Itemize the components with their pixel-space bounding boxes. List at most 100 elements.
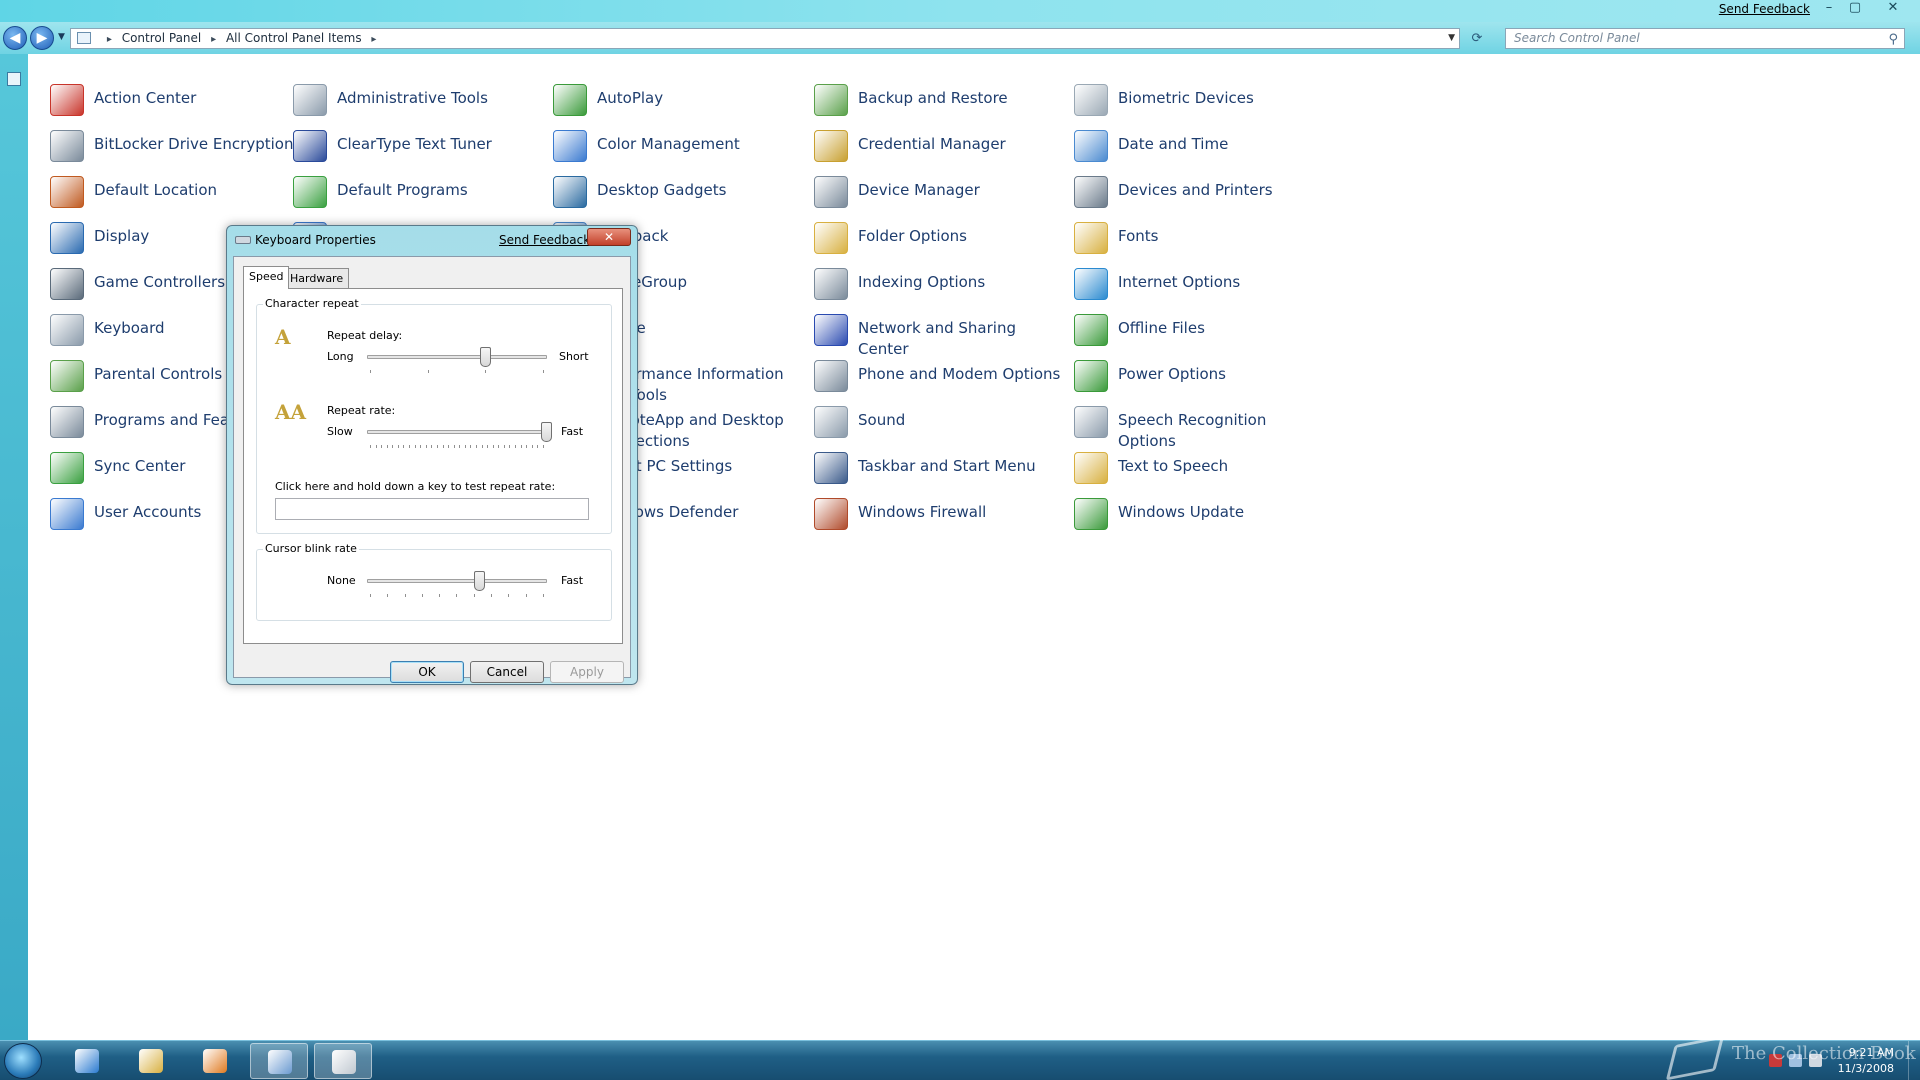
cp-item-label: Offline Files bbox=[1118, 319, 1205, 337]
cp-item-indexing-options[interactable]: Indexing Options bbox=[814, 268, 1064, 300]
cp-item-biometric-devices[interactable]: Biometric Devices bbox=[1074, 84, 1324, 116]
taskbar-icon bbox=[814, 452, 848, 484]
cp-item-offline-files[interactable]: Offline Files bbox=[1074, 314, 1324, 346]
cp-item-cleartype-text-tuner[interactable]: ClearType Text Tuner bbox=[293, 130, 543, 162]
cp-item-power-options[interactable]: Power Options bbox=[1074, 360, 1324, 392]
gadgets-icon bbox=[553, 176, 587, 208]
cp-item-speech-recognition-options[interactable]: Speech Recognition Options bbox=[1074, 406, 1324, 452]
side-panel-toggle-icon[interactable] bbox=[7, 72, 21, 86]
taskbar: 9:21 AM 11/3/2008 bbox=[0, 1040, 1920, 1080]
parental-icon bbox=[50, 360, 84, 392]
cp-item-network-and-sharing-center[interactable]: Network and Sharing Center bbox=[814, 314, 1064, 360]
cursor-blink-track[interactable] bbox=[367, 579, 547, 583]
cp-item-windows-firewall[interactable]: Windows Firewall bbox=[814, 498, 1064, 530]
taskbar-app-control-panel[interactable] bbox=[250, 1043, 308, 1079]
gamepad-icon bbox=[50, 268, 84, 300]
taskbar-app-media-player[interactable] bbox=[186, 1043, 244, 1079]
breadcrumb-separator[interactable]: ▸ bbox=[211, 34, 216, 45]
cp-item-windows-update[interactable]: Windows Update bbox=[1074, 498, 1324, 530]
house-icon bbox=[50, 176, 84, 208]
cp-item-text-to-speech[interactable]: Text to Speech bbox=[1074, 452, 1324, 484]
cp-item-device-manager[interactable]: Device Manager bbox=[814, 176, 1064, 208]
blink-fast-label: Fast bbox=[561, 574, 584, 587]
internet-explorer-icon bbox=[75, 1049, 99, 1073]
cp-item-label: Device Manager bbox=[858, 181, 980, 199]
watermark-text: The Collection Book bbox=[1732, 1043, 1916, 1064]
calendar-icon bbox=[1074, 130, 1108, 162]
rate-fast-label: Fast bbox=[561, 425, 584, 438]
repeat-rate-track[interactable] bbox=[367, 430, 547, 434]
forward-button[interactable]: ▶ bbox=[30, 26, 54, 50]
search-input[interactable]: Search Control Panel ⚲ bbox=[1505, 28, 1905, 49]
test-repeat-label: Click here and hold down a key to test r… bbox=[275, 480, 556, 493]
start-button[interactable] bbox=[4, 1043, 42, 1079]
cp-item-fonts[interactable]: Fonts bbox=[1074, 222, 1324, 254]
dialog-send-feedback-link[interactable]: Send Feedback bbox=[499, 233, 590, 247]
cp-item-administrative-tools[interactable]: Administrative Tools bbox=[293, 84, 543, 116]
cp-item-label: Windows Update bbox=[1118, 503, 1245, 521]
cp-item-label: Default Location bbox=[94, 181, 218, 199]
cursor-blink-slider[interactable] bbox=[474, 571, 486, 591]
address-dropdown-icon[interactable]: ▼ bbox=[1448, 29, 1455, 48]
cp-item-date-and-time[interactable]: Date and Time bbox=[1074, 130, 1324, 162]
tab-speed[interactable]: Speed bbox=[243, 266, 290, 289]
breadcrumb-control-panel[interactable]: Control Panel bbox=[122, 31, 202, 45]
cp-item-credential-manager[interactable]: Credential Manager bbox=[814, 130, 1064, 162]
breadcrumb-separator: ▸ bbox=[106, 34, 112, 45]
cp-item-label: Parental Controls bbox=[94, 365, 223, 383]
test-repeat-input[interactable] bbox=[275, 498, 589, 520]
cp-item-sound[interactable]: Sound bbox=[814, 406, 1064, 438]
cp-item-label: Sound bbox=[858, 411, 906, 429]
repeat-rate-slider[interactable] bbox=[541, 422, 552, 442]
repeat-delay-label: Repeat delay: bbox=[327, 329, 403, 342]
cp-item-default-location[interactable]: Default Location bbox=[50, 176, 300, 208]
cp-item-internet-options[interactable]: Internet Options bbox=[1074, 268, 1324, 300]
address-bar[interactable]: ▸ Control Panel ▸ All Control Panel Item… bbox=[70, 28, 1460, 49]
cp-item-devices-and-printers[interactable]: Devices and Printers bbox=[1074, 176, 1324, 208]
refresh-button[interactable]: ⟳ bbox=[1466, 30, 1488, 48]
close-button[interactable]: ✕ bbox=[1880, 0, 1906, 18]
cp-item-backup-and-restore[interactable]: Backup and Restore bbox=[814, 84, 1064, 116]
cp-item-default-programs[interactable]: Default Programs bbox=[293, 176, 543, 208]
cp-item-label: BitLocker Drive Encryption bbox=[94, 135, 294, 153]
send-feedback-link[interactable]: Send Feedback bbox=[1719, 2, 1810, 16]
cp-item-action-center[interactable]: Action Center bbox=[50, 84, 300, 116]
power-icon bbox=[1074, 360, 1108, 392]
taskbar-app-file-explorer[interactable] bbox=[122, 1043, 180, 1079]
cp-item-bitlocker-drive-encryption[interactable]: BitLocker Drive Encryption bbox=[50, 130, 300, 162]
control-panel-icon bbox=[77, 32, 91, 44]
repeat-delay-slider[interactable] bbox=[479, 347, 491, 367]
cursor-blink-group: Cursor blink rate None Fast bbox=[256, 542, 612, 621]
breadcrumb-all-items[interactable]: All Control Panel Items bbox=[226, 31, 362, 45]
cp-item-taskbar-and-start-menu[interactable]: Taskbar and Start Menu bbox=[814, 452, 1064, 484]
cp-item-label: Game Controllers bbox=[94, 273, 226, 291]
back-button[interactable]: ◀ bbox=[3, 26, 27, 50]
cp-item-label: Display bbox=[94, 227, 150, 245]
breadcrumb-separator[interactable]: ▸ bbox=[371, 34, 376, 45]
recent-pages-dropdown[interactable]: ▼ bbox=[58, 32, 65, 42]
repeat-rate-ticks bbox=[370, 445, 544, 449]
cp-item-desktop-gadgets[interactable]: Desktop Gadgets bbox=[553, 176, 803, 208]
search-icon[interactable]: ⚲ bbox=[1888, 30, 1898, 49]
ok-button[interactable]: OK bbox=[390, 661, 464, 683]
repeat-delay-track[interactable] bbox=[367, 355, 547, 359]
cleartype-icon bbox=[293, 130, 327, 162]
microphone-icon bbox=[1074, 406, 1108, 438]
keyboard-icon bbox=[235, 236, 251, 244]
dialog-title: Keyboard Properties bbox=[255, 233, 376, 247]
indexing-icon bbox=[814, 268, 848, 300]
cp-item-label: Color Management bbox=[597, 135, 740, 153]
cp-item-color-management[interactable]: Color Management bbox=[553, 130, 803, 162]
tab-hardware[interactable]: Hardware bbox=[284, 268, 350, 288]
taskbar-app-keyboard[interactable] bbox=[314, 1043, 372, 1079]
maximize-button[interactable]: ▢ bbox=[1842, 0, 1868, 18]
programs-icon bbox=[293, 176, 327, 208]
minimize-button[interactable]: – bbox=[1816, 0, 1842, 18]
cp-item-folder-options[interactable]: Folder Options bbox=[814, 222, 1064, 254]
taskbar-app-internet-explorer[interactable] bbox=[58, 1043, 116, 1079]
apply-button[interactable]: Apply bbox=[550, 661, 624, 683]
dialog-close-button[interactable]: ✕ bbox=[587, 228, 631, 246]
cp-item-autoplay[interactable]: AutoPlay bbox=[553, 84, 803, 116]
cp-item-phone-and-modem-options[interactable]: Phone and Modem Options bbox=[814, 360, 1064, 392]
cancel-button[interactable]: Cancel bbox=[470, 661, 544, 683]
